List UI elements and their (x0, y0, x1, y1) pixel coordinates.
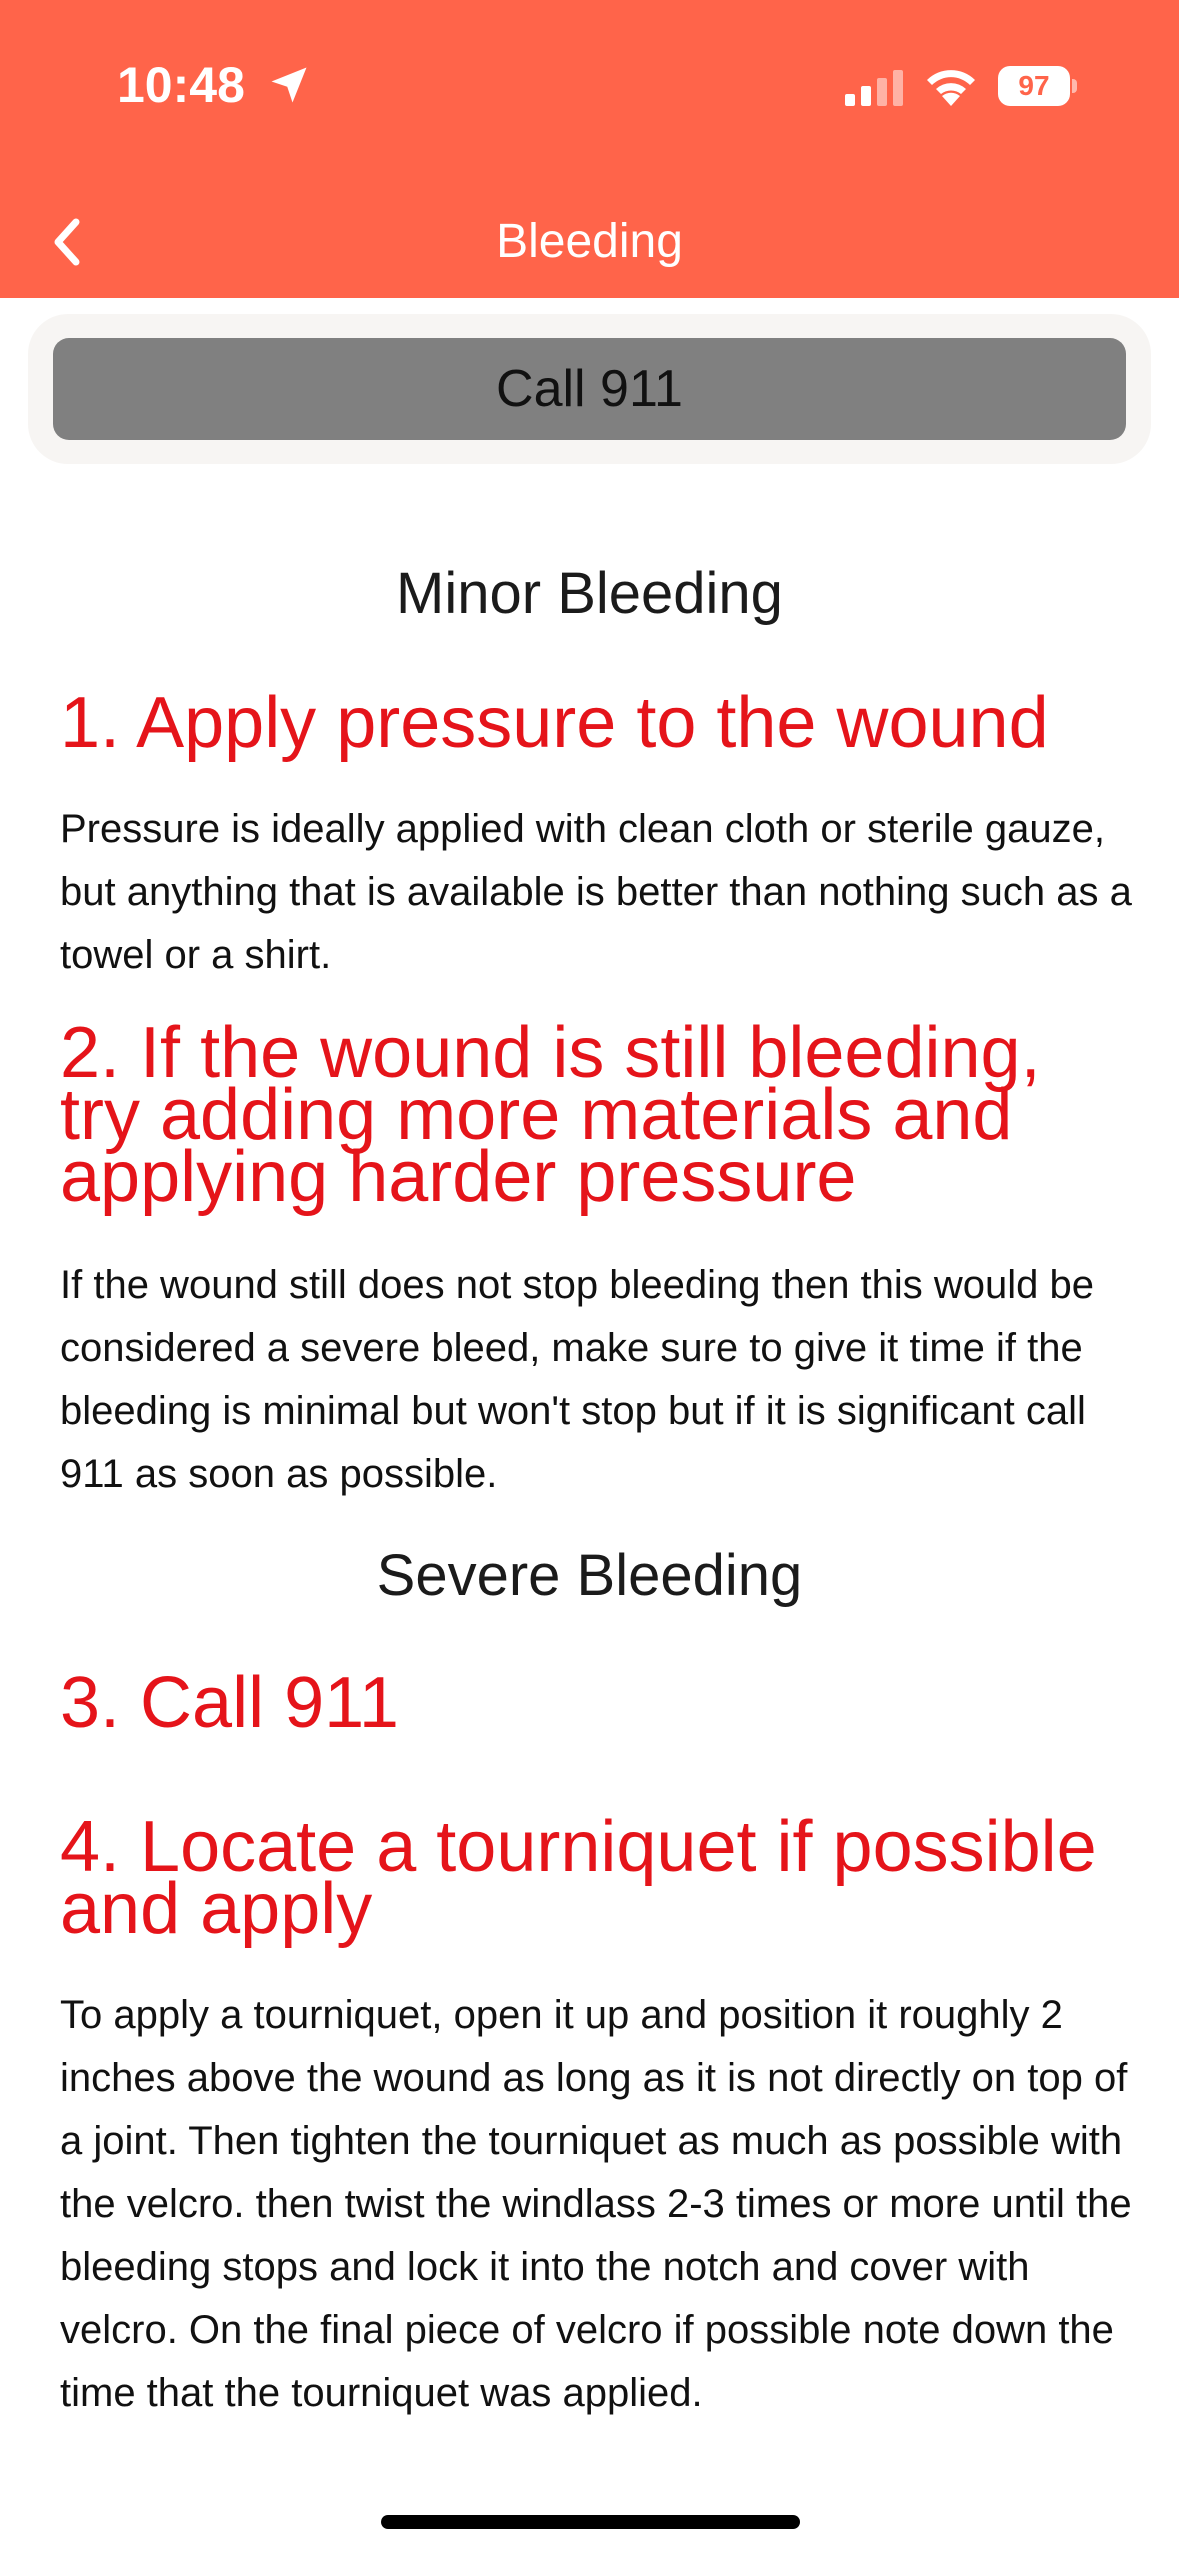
nav-title: Bleeding (496, 215, 683, 268)
battery-tip (1072, 79, 1077, 93)
step-title-2: 2. If the wound is still bleeding, try a… (60, 1013, 1041, 1217)
step-body-1: Pressure is ideally applied with clean c… (60, 807, 1132, 977)
battery-level: 97 (1018, 70, 1050, 101)
step-title-3: 3. Call 911 (60, 1663, 399, 1743)
battery-icon: 97 (998, 66, 1077, 106)
section-heading-minor: Minor Bleeding (396, 561, 783, 626)
step-title-1: 1. Apply pressure to the wound (60, 683, 1049, 763)
call-911-button[interactable]: Call 911 (53, 338, 1126, 440)
cellular-signal-icon (845, 70, 903, 106)
home-indicator (381, 2515, 800, 2529)
wifi-icon (927, 70, 975, 106)
location-arrow-icon (271, 67, 307, 103)
step-body-4: To apply a tourniquet, open it up and po… (60, 1993, 1132, 2415)
header: 10:48 97 Bleeding (0, 0, 1179, 298)
bleeding-screen: 10:48 97 Bleeding Call 911 Minor Bleedin… (0, 0, 1179, 2556)
step-body-2: If the wound still does not stop bleedin… (60, 1263, 1095, 1496)
section-heading-severe: Severe Bleeding (376, 1543, 803, 1608)
step-title-4: 4. Locate a tourniquet if possible and a… (60, 1807, 1097, 1949)
status-time: 10:48 (117, 57, 245, 113)
